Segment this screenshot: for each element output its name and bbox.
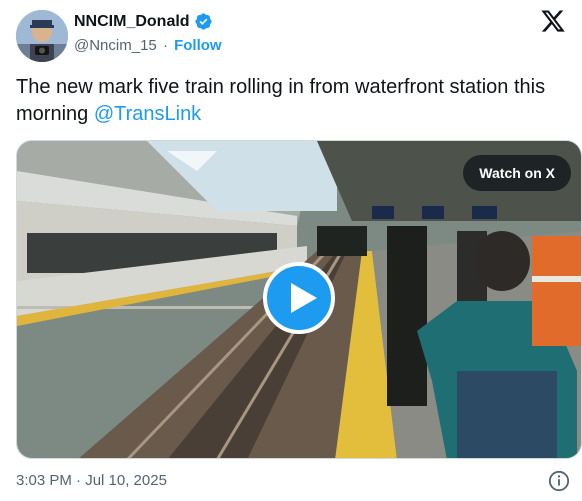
info-icon[interactable] [548, 470, 570, 492]
separator-dot: · [162, 37, 168, 54]
play-icon [291, 283, 317, 313]
tweet-text: The new mark five train rolling in from … [16, 74, 572, 128]
timestamp[interactable]: 3:03 PM · Jul 10, 2025 [16, 472, 167, 489]
tweet-header: NNCIM_Donald @Nncim_15 · Follow [16, 8, 566, 64]
video-player[interactable]: Watch on X [16, 140, 582, 459]
mention-link[interactable]: @TransLink [94, 103, 201, 125]
author-handle[interactable]: @Nncim_15 [74, 37, 157, 54]
author-display-name[interactable]: NNCIM_Donald [74, 13, 190, 31]
follow-button[interactable]: Follow [174, 37, 222, 54]
watch-on-x-button[interactable]: Watch on X [463, 155, 571, 191]
author-names: NNCIM_Donald @Nncim_15 · Follow [74, 12, 222, 55]
play-button[interactable] [263, 262, 335, 334]
tweet-footer: 3:03 PM · Jul 10, 2025 [16, 470, 576, 494]
avatar[interactable] [16, 10, 68, 62]
x-logo-icon[interactable] [540, 8, 566, 34]
verified-badge-icon [194, 12, 213, 31]
